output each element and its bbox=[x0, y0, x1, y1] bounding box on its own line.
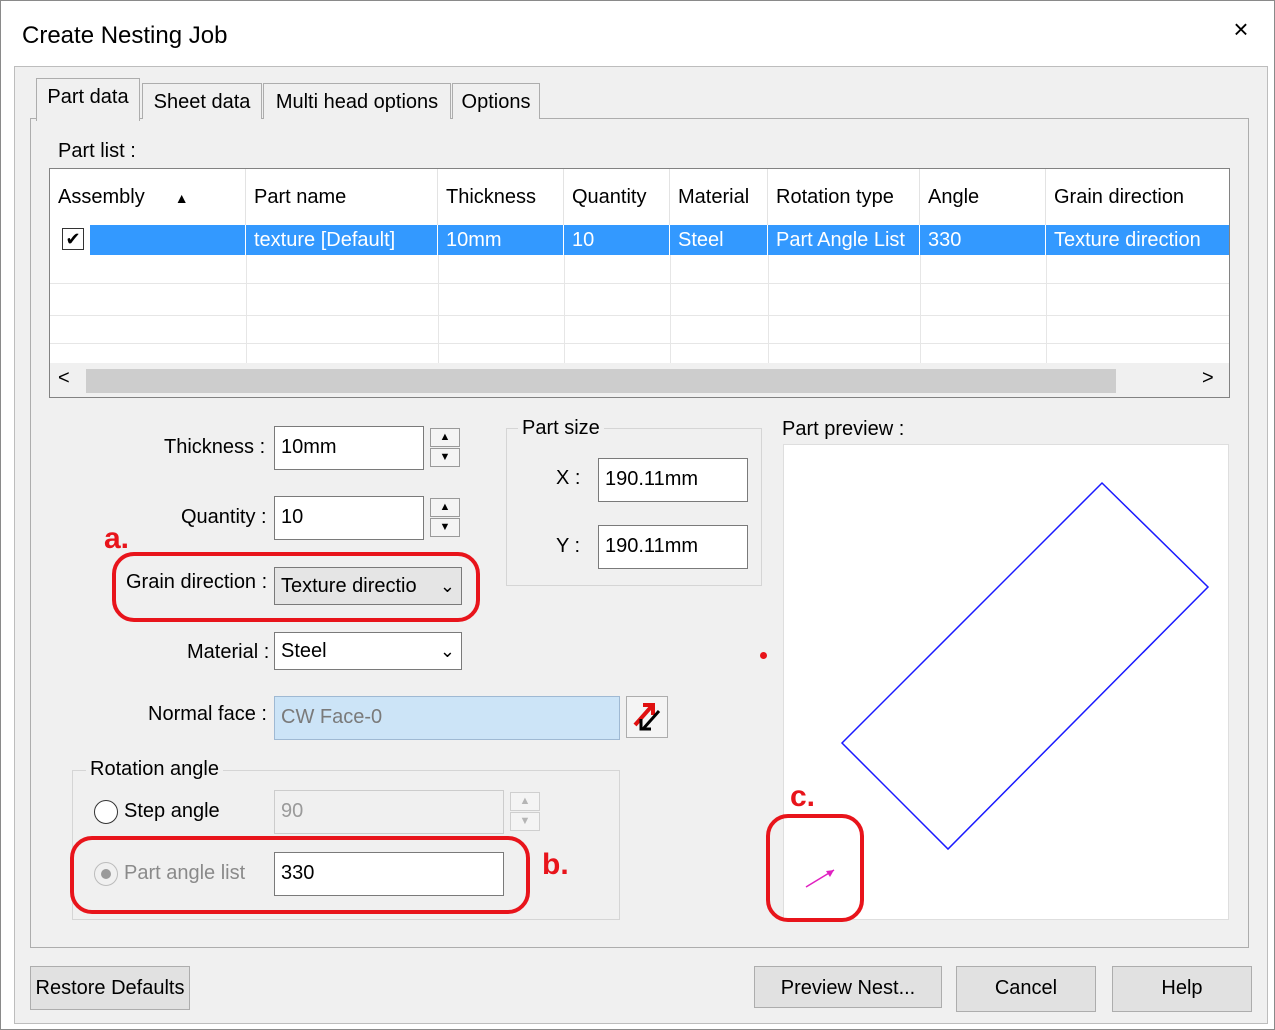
column-header-angle[interactable]: Angle bbox=[920, 169, 1046, 225]
column-header-quantity[interactable]: Quantity bbox=[564, 169, 670, 225]
part-outline-shape bbox=[840, 481, 1210, 851]
quantity-stepper[interactable]: ▲ ▼ bbox=[430, 498, 460, 538]
annotation-box-a bbox=[112, 552, 480, 622]
quantity-label: Quantity : bbox=[181, 506, 267, 528]
cell-grain-direction: Texture direction bbox=[1046, 225, 1229, 255]
thickness-input[interactable]: 10mm bbox=[274, 426, 424, 470]
step-angle-label: Step angle bbox=[124, 800, 220, 822]
spin-down-icon[interactable]: ▼ bbox=[430, 448, 460, 467]
normal-face-field: CW Face-0 bbox=[274, 696, 620, 740]
tab-sheet-data[interactable]: Sheet data bbox=[142, 83, 262, 119]
column-header-part-name[interactable]: Part name bbox=[246, 169, 438, 225]
column-header-thickness[interactable]: Thickness bbox=[438, 169, 564, 225]
cell-material: Steel bbox=[670, 225, 768, 255]
part-list-label: Part list : bbox=[58, 140, 136, 162]
column-divider bbox=[920, 255, 921, 363]
quantity-input[interactable]: 10 bbox=[274, 496, 424, 540]
horizontal-scrollbar[interactable]: < > bbox=[50, 363, 1229, 397]
spin-up-icon[interactable]: ▲ bbox=[430, 428, 460, 447]
scroll-left-icon[interactable]: < bbox=[58, 367, 70, 390]
annotation-box-b bbox=[70, 836, 530, 914]
column-divider bbox=[1046, 255, 1047, 363]
normal-face-label: Normal face : bbox=[148, 703, 267, 725]
step-angle-radio[interactable] bbox=[94, 800, 118, 824]
column-header-grain-direction[interactable]: Grain direction bbox=[1046, 169, 1229, 225]
assembly-checkbox[interactable]: ✔ bbox=[62, 228, 84, 250]
column-header-assembly[interactable]: Assembly ▲ bbox=[50, 169, 246, 225]
column-divider bbox=[768, 255, 769, 363]
rotation-angle-title: Rotation angle bbox=[86, 758, 223, 781]
cell-assembly bbox=[90, 225, 246, 255]
part-size-y-label: Y : bbox=[556, 535, 581, 557]
part-size-x-field: 190.11mm bbox=[598, 458, 748, 502]
cell-angle: 330 bbox=[920, 225, 1046, 255]
restore-defaults-button[interactable]: Restore Defaults bbox=[30, 966, 190, 1010]
help-button[interactable]: Help bbox=[1112, 966, 1252, 1012]
close-icon[interactable]: × bbox=[1226, 14, 1256, 44]
part-size-title: Part size bbox=[518, 417, 604, 440]
preview-nest-button[interactable]: Preview Nest... bbox=[754, 966, 942, 1008]
annotation-box-c bbox=[766, 814, 864, 922]
part-preview-label: Part preview : bbox=[782, 418, 905, 440]
window-title: Create Nesting Job bbox=[22, 22, 228, 49]
column-divider bbox=[438, 255, 439, 363]
column-divider bbox=[564, 255, 565, 363]
flip-face-icon bbox=[633, 703, 661, 731]
step-angle-stepper[interactable]: ▲ ▼ bbox=[510, 792, 540, 832]
spin-down-icon[interactable]: ▼ bbox=[510, 812, 540, 831]
tab-options[interactable]: Options bbox=[452, 83, 540, 119]
thickness-stepper[interactable]: ▲ ▼ bbox=[430, 428, 460, 468]
tab-multi-head-options[interactable]: Multi head options bbox=[263, 83, 451, 119]
origin-dot bbox=[760, 652, 767, 659]
part-list-grid: Assembly ▲ Part name Thickness Quantity M… bbox=[49, 168, 1230, 398]
column-divider bbox=[246, 255, 247, 363]
tab-part-data[interactable]: Part data bbox=[36, 78, 140, 121]
chevron-down-icon: ⌄ bbox=[439, 641, 455, 661]
annotation-label-a: a. bbox=[104, 522, 130, 555]
thickness-label: Thickness : bbox=[164, 436, 266, 458]
material-value: Steel bbox=[281, 640, 327, 662]
column-assembly-label: Assembly bbox=[58, 186, 145, 208]
row-divider bbox=[50, 343, 1229, 344]
part-size-x-label: X : bbox=[556, 467, 581, 489]
cell-rotation-type: Part Angle List bbox=[768, 225, 920, 255]
spin-down-icon[interactable]: ▼ bbox=[430, 518, 460, 537]
column-header-material[interactable]: Material bbox=[670, 169, 768, 225]
row-divider bbox=[50, 283, 1229, 284]
spin-up-icon[interactable]: ▲ bbox=[510, 792, 540, 811]
scroll-right-icon[interactable]: > bbox=[1202, 367, 1214, 390]
cell-thickness: 10mm bbox=[438, 225, 564, 255]
cancel-button[interactable]: Cancel bbox=[956, 966, 1096, 1012]
step-angle-input[interactable]: 90 bbox=[274, 790, 504, 834]
material-label: Material : bbox=[187, 641, 270, 663]
sort-ascending-icon: ▲ bbox=[174, 190, 189, 206]
scrollbar-thumb[interactable] bbox=[86, 369, 1116, 393]
column-divider bbox=[670, 255, 671, 363]
cell-part-name: texture [Default] bbox=[246, 225, 438, 255]
spin-up-icon[interactable]: ▲ bbox=[430, 498, 460, 517]
column-header-rotation-type[interactable]: Rotation type bbox=[768, 169, 920, 225]
annotation-label-c: c. bbox=[790, 780, 816, 813]
row-divider bbox=[50, 315, 1229, 316]
annotation-label-b: b. bbox=[542, 848, 569, 881]
part-size-y-field: 190.11mm bbox=[598, 525, 748, 569]
flip-face-button[interactable] bbox=[626, 696, 668, 738]
material-select[interactable]: Steel ⌄ bbox=[274, 632, 462, 670]
cell-quantity: 10 bbox=[564, 225, 670, 255]
